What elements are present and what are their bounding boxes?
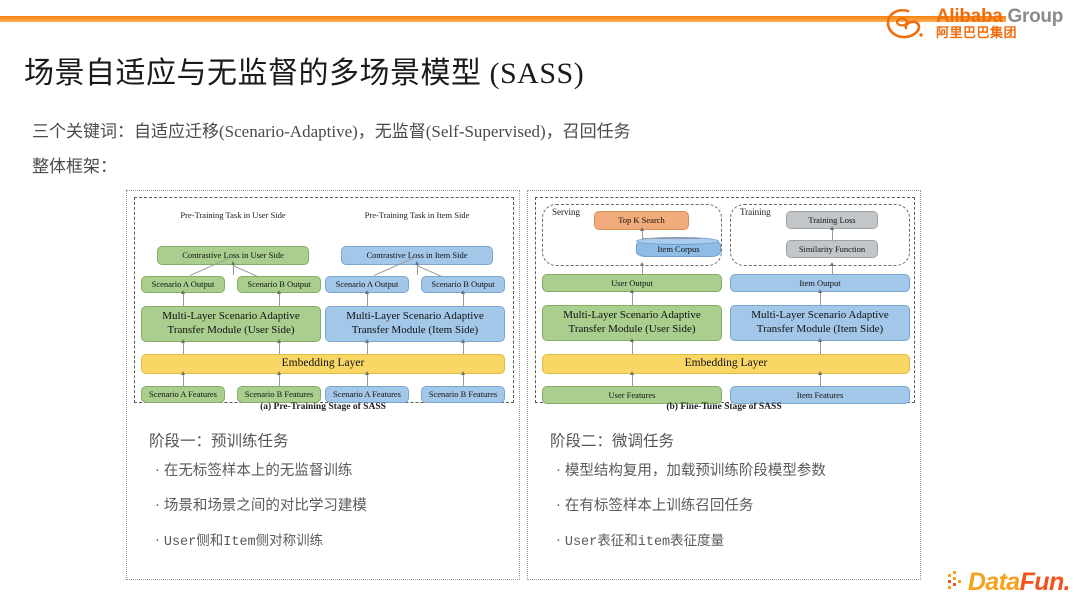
- header-accent-rule: [0, 16, 1006, 22]
- alibaba-logo-chinese: 阿里巴巴集团: [936, 25, 1018, 41]
- connector-line: [642, 238, 700, 239]
- list-item-label: 场景和场景之间的对比学习建模: [163, 498, 367, 514]
- datafun-logo-dot: .: [1063, 567, 1071, 596]
- connector-arrow: [830, 262, 834, 274]
- alibaba-group-logo: Alibaba Group 阿里巴巴集团: [886, 3, 1072, 43]
- list-item: · User侧和Item侧对称训练: [155, 529, 367, 550]
- connector-arrow: [365, 290, 369, 306]
- connector-arrow: [818, 371, 822, 386]
- list-item-label: 模型结构复用，加载预训练阶段模型参数: [564, 463, 826, 479]
- section-title-item-side: Pre-Training Task in Item Side: [364, 210, 470, 220]
- section-title-user-side: Pre-Training Task in User Side: [180, 210, 286, 220]
- pretraining-stage-column: Pre-Training Task in User Side Pre-Train…: [126, 190, 520, 580]
- node-user-scenario-b-features[interactable]: Scenario B Features: [237, 386, 321, 403]
- connector-arrow: [830, 226, 834, 240]
- lead-framework: 整体框架：: [32, 157, 117, 176]
- node-transfer-module-user[interactable]: Multi-Layer Scenario Adaptive Transfer M…: [542, 305, 722, 341]
- list-item-label: User侧和Item侧对称训练: [163, 535, 324, 550]
- bullet-marker-icon: ·: [556, 498, 561, 514]
- connector-arrow: [630, 338, 634, 354]
- list-item: · 在无标签样本上的无监督训练: [155, 459, 367, 480]
- connector-arrow: [277, 371, 281, 386]
- connector-arrow: [181, 290, 185, 306]
- connector-arrow: [818, 338, 822, 354]
- list-item-label: 在无标签样本上的无监督训练: [163, 463, 353, 479]
- serving-label: Serving: [552, 207, 580, 217]
- node-similarity-function[interactable]: Similarity Function: [786, 240, 878, 258]
- stage-one-heading: 阶段一：预训练任务: [149, 433, 289, 450]
- finetune-diagram-frame: Serving Top K Search Item Corpus Trainin…: [535, 197, 915, 404]
- datafun-logo: DataFun.: [947, 566, 1071, 598]
- connector-arrow: [277, 339, 281, 354]
- pretraining-diagram-frame: Pre-Training Task in User Side Pre-Train…: [134, 197, 514, 403]
- finetune-stage-column: Serving Top K Search Item Corpus Trainin…: [527, 190, 921, 580]
- node-transfer-module-item[interactable]: Multi-Layer Scenario Adaptive Transfer M…: [325, 306, 505, 342]
- node-transfer-module-item[interactable]: Multi-Layer Scenario Adaptive Transfer M…: [730, 305, 910, 341]
- alibaba-logo-group: Group: [1007, 5, 1064, 27]
- page-title: 场景自适应与无监督的多场景模型 (SASS): [24, 57, 585, 90]
- figure-caption-a: (a) Pre-Training Stage of SASS: [260, 402, 386, 412]
- slide-root: Alibaba Group 阿里巴巴集团 场景自适应与无监督的多场景模型 (SA…: [0, 0, 1080, 608]
- stage-two-heading: 阶段二：微调任务: [550, 433, 675, 450]
- node-item-scenario-b-features[interactable]: Scenario B Features: [421, 386, 505, 403]
- datafun-logo-data: Data: [967, 567, 1020, 596]
- list-item-label: 在有标签样本上训练召回任务: [564, 498, 754, 514]
- item-corpus-label: Item Corpus: [657, 243, 700, 254]
- list-item: · 场景和场景之间的对比学习建模: [155, 494, 367, 515]
- node-transfer-module-user[interactable]: Multi-Layer Scenario Adaptive Transfer M…: [141, 306, 321, 342]
- connector-arrow: [630, 289, 634, 305]
- connector-arrow: [231, 261, 235, 275]
- connector-arrow: [461, 339, 465, 354]
- list-item: · 在有标签样本上训练召回任务: [556, 494, 826, 515]
- bullet-marker-icon: ·: [155, 498, 160, 514]
- connector-arrow: [818, 289, 822, 305]
- connector-arrow: [640, 227, 644, 239]
- bullet-marker-icon: ·: [155, 533, 160, 549]
- connector-arrow: [461, 371, 465, 386]
- node-user-scenario-a-features[interactable]: Scenario A Features: [141, 386, 225, 403]
- connector-arrow: [181, 371, 185, 386]
- alibaba-logo-name: Alibaba: [936, 5, 1003, 27]
- list-item-label: User表征和item表征度量: [564, 535, 725, 550]
- training-label: Training: [740, 207, 771, 217]
- alibaba-mark-icon: [886, 9, 923, 39]
- node-embedding-layer[interactable]: Embedding Layer: [542, 354, 910, 374]
- connector-arrow: [365, 339, 369, 354]
- connector-arrow: [640, 262, 644, 274]
- datafun-logo-fun: Fun: [1019, 567, 1065, 596]
- lead-keywords: 三个关键词：自适应迁移(Scenario-Adaptive)，无监督(Self-…: [32, 122, 631, 141]
- bullet-marker-icon: ·: [556, 463, 561, 479]
- stage-two-bullets: · 模型结构复用，加载预训练阶段模型参数 · 在有标签样本上训练召回任务 · User…: [556, 459, 826, 564]
- list-item: · User表征和item表征度量: [556, 529, 826, 550]
- connector-arrow: [630, 371, 634, 386]
- connector-arrow: [365, 371, 369, 386]
- connector-arrow: [277, 290, 281, 306]
- connector-arrow: [181, 339, 185, 354]
- node-embedding-layer[interactable]: Embedding Layer: [141, 354, 505, 374]
- connector-arrow: [415, 261, 419, 275]
- list-item: · 模型结构复用，加载预训练阶段模型参数: [556, 459, 826, 480]
- bullet-marker-icon: ·: [155, 463, 160, 479]
- stage-one-bullets: · 在无标签样本上的无监督训练 · 场景和场景之间的对比学习建模 · User侧和It…: [155, 459, 367, 564]
- connector-arrow: [461, 290, 465, 306]
- bullet-marker-icon: ·: [556, 533, 561, 549]
- figure-caption-b: (b) Fine-Tune Stage of SASS: [666, 402, 782, 412]
- node-item-corpus[interactable]: Item Corpus: [636, 237, 721, 257]
- node-item-scenario-a-features[interactable]: Scenario A Features: [325, 386, 409, 403]
- datafun-dots-icon: [947, 571, 961, 589]
